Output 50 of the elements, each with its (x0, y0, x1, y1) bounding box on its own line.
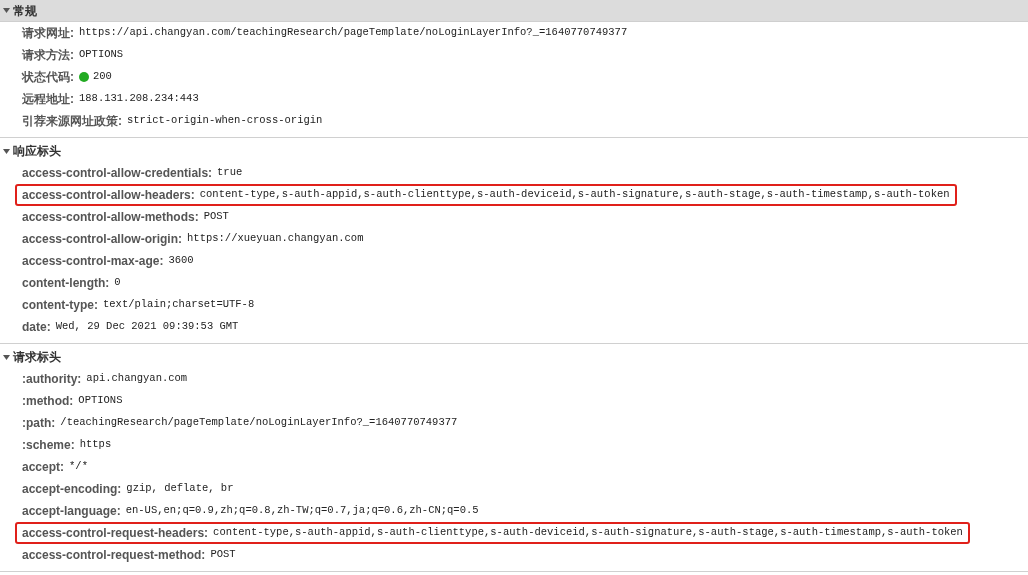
header-value: 188.131.208.234:443 (79, 91, 199, 107)
header-value: 3600 (168, 253, 194, 269)
header-name: 请求网址: (22, 25, 74, 42)
header-name: accept: (22, 459, 65, 476)
header-value: */* (69, 459, 88, 475)
header-value: text/plain;charset=UTF-8 (103, 297, 255, 313)
header-value: OPTIONS (79, 47, 124, 63)
header-value: OPTIONS (78, 393, 123, 409)
header-name: :authority: (22, 371, 82, 388)
header-value: https://api.changyan.com/teachingResearch/pageTemplate/noLoginLayerInfo?_=1640770749377 (79, 25, 628, 41)
header-value: /teachingResearch/pageTemplate/noLoginLayerInfo?_=1640770749377 (60, 415, 458, 431)
header-name: content-length: (22, 275, 110, 292)
header-name: accept-language: (22, 503, 121, 520)
header-name: 引荐来源网址政策: (22, 113, 122, 130)
header-value: POST (210, 547, 236, 563)
section-header[interactable]: 常规 (0, 0, 1028, 22)
header-name: :path: (22, 415, 56, 432)
header-name: access-control-allow-credentials: (22, 165, 213, 182)
header-name: access-control-allow-origin: (22, 231, 183, 248)
header-value: https://xueyuan.changyan.com (187, 231, 364, 247)
header-value: en-US,en;q=0.9,zh;q=0.8,zh-TW;q=0.7,ja;q=0.6,zh-CN;q=0.5 (125, 503, 479, 519)
header-value: content-type,s-auth-appid,s-auth-clienttype,s-auth-deviceid,s-auth-signature,s-auth-stage,s-auth-timestamp,s-auth-token (213, 525, 963, 541)
header-name: 请求方法: (22, 47, 74, 64)
header-name: date: (22, 319, 51, 336)
header-name: :method: (22, 393, 74, 410)
header-value: https (79, 437, 112, 453)
header-value: gzip, deflate, br (126, 481, 234, 497)
header-value: 200 (93, 69, 112, 85)
header-name: 远程地址: (22, 91, 74, 108)
header-value: content-type,s-auth-appid,s-auth-clienttype,s-auth-deviceid,s-auth-signature,s-auth-stage,s-auth-timestamp,s-auth-token (199, 187, 950, 203)
header-name: :scheme: (22, 437, 75, 454)
header-name: accept-encoding: (22, 481, 122, 498)
header-value: strict-origin-when-cross-origin (127, 113, 323, 129)
header-name: 状态代码: (22, 69, 74, 86)
disclosure-triangle-icon[interactable] (3, 7, 10, 14)
header-value: true (217, 165, 243, 181)
header-name: access-control-allow-headers: (22, 187, 195, 204)
header-name: access-control-request-headers: (22, 525, 209, 542)
header-value: 0 (114, 275, 121, 291)
header-value: Wed, 29 Dec 2021 09:39:53 GMT (55, 319, 239, 335)
header-name: content-type: (22, 297, 98, 314)
section-header[interactable]: 响应标头 (0, 138, 1028, 162)
header-value: api.changyan.com (86, 371, 188, 387)
disclosure-triangle-icon[interactable] (3, 353, 10, 361)
disclosure-triangle-icon[interactable] (3, 147, 10, 155)
header-name: access-control-max-age: (22, 253, 164, 270)
header-value: POST (203, 209, 229, 225)
header-name: access-control-allow-methods: (22, 209, 199, 226)
header-name: access-control-request-method: (22, 547, 206, 564)
section-header[interactable]: 请求标头 (0, 344, 1028, 368)
